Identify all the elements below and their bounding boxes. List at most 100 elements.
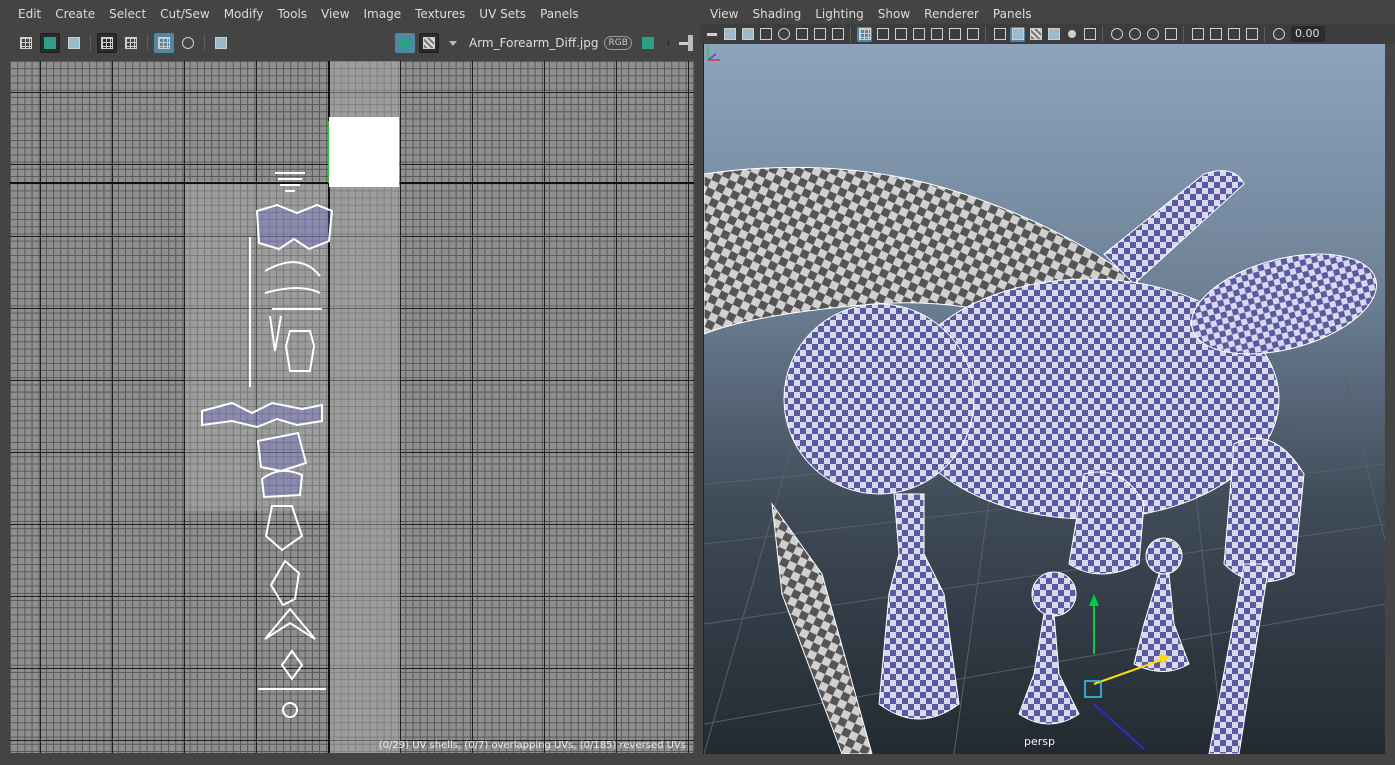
viewport-panel: View Shading Lighting Show Renderer Pane… [700,0,1395,765]
viewport-menubar: View Shading Lighting Show Renderer Pane… [700,4,1395,24]
image-plane-icon[interactable] [758,27,773,42]
uv-shell [260,469,304,499]
plate-mesh [771,502,873,754]
uv-shell [280,649,304,681]
camera-icon[interactable] [704,27,719,42]
uv-shell [264,505,304,552]
manipulator-x-axis[interactable] [1093,658,1165,685]
perspective-viewport[interactable]: persp [703,44,1385,754]
ambient-occlusion-icon[interactable] [1109,27,1124,42]
toolbar-divider [1264,26,1265,42]
front-leg-mesh [878,493,960,720]
menu-shading[interactable]: Shading [745,4,808,24]
menu-image[interactable]: Image [357,4,409,24]
texture-tile [329,117,399,187]
uv-grid-icon[interactable] [16,33,36,53]
shadows-icon[interactable] [1082,27,1097,42]
xray-icon[interactable] [1208,27,1223,42]
viewport-toolbar: 0.00 [700,24,1395,44]
uv-toolbar: Arm_Forearm_Diff.jpg RGB [0,30,698,56]
lights-icon[interactable] [1064,27,1079,42]
uv-shell [269,559,301,607]
menu-lighting[interactable]: Lighting [808,4,871,24]
anti-aliasing-icon[interactable] [1145,27,1160,42]
menu-textures[interactable]: Textures [408,4,472,24]
fin-mesh [1103,170,1245,285]
head-mesh [783,303,975,495]
xray-joints-icon[interactable] [1226,27,1241,42]
xray-components-icon[interactable] [1244,27,1259,42]
exposure-icon[interactable] [638,33,658,53]
menu-view[interactable]: View [703,4,745,24]
isolate-icon[interactable] [1190,27,1205,42]
film-gate-icon[interactable] [875,27,890,42]
toolbar-divider [850,26,851,42]
checker-icon[interactable] [419,33,439,53]
menu-cut-sew[interactable]: Cut/Sew [153,4,217,24]
toolbar-divider [985,26,986,42]
menu-renderer[interactable]: Renderer [917,4,986,24]
distortion-icon[interactable] [64,33,84,53]
menu-tools[interactable]: Tools [270,4,314,24]
grease-pencil-icon[interactable] [794,27,809,42]
motion-blur-icon[interactable] [1127,27,1142,42]
pixel-snap-icon[interactable] [178,33,198,53]
uv-shell [264,607,316,640]
gate-mask-icon[interactable] [911,27,926,42]
uv-borders-icon[interactable] [97,33,117,53]
bookmark-icon[interactable] [740,27,755,42]
grease-brush-icon[interactable] [830,27,845,42]
menu-select[interactable]: Select [102,4,153,24]
menu-show[interactable]: Show [871,4,917,24]
texture-name[interactable]: Arm_Forearm_Diff.jpg [469,36,598,50]
uv-shells [10,61,694,753]
channel-badge[interactable]: RGB [604,36,632,50]
menu-panels[interactable]: Panels [533,4,586,24]
uv-canvas[interactable]: (0/29) UV shells, (0/7) overlapping UVs,… [10,61,694,753]
smooth-shade-icon[interactable] [1010,26,1025,42]
menu-panels[interactable]: Panels [986,4,1039,24]
toolbar-divider [90,35,91,51]
wireframe-icon[interactable] [992,27,1007,42]
toolbar-divider [1102,26,1103,42]
toolbar-divider [147,35,148,51]
rear-leg-lower-mesh [1208,563,1270,754]
manipulator-y-arrow[interactable] [1089,594,1099,606]
texture-borders-icon[interactable] [121,33,141,53]
display-image-icon[interactable] [395,33,415,53]
grid-icon[interactable] [857,26,872,42]
toolbar-divider [1183,26,1184,42]
field-chart-icon[interactable] [929,27,944,42]
textured-icon[interactable] [1028,27,1043,42]
manipulator-z-axis[interactable] [1093,703,1145,750]
two-d-pan-icon[interactable] [776,27,791,42]
camera-attr-icon[interactable] [722,27,737,42]
exposure-icon[interactable] [1271,27,1286,42]
uv-status-text: (0/29) UV shells, (0/7) overlapping UVs,… [378,740,686,751]
depth-of-field-icon[interactable] [1163,27,1178,42]
uv-editor-panel: Edit Create Select Cut/Sew Modify Tools … [0,0,698,765]
menu-uv-sets[interactable]: UV Sets [472,4,533,24]
menu-edit[interactable]: Edit [11,4,48,24]
uv-shell [256,431,308,473]
small-sphere-mesh [1145,537,1183,575]
small-sphere-mesh [1031,571,1077,617]
wire-on-shaded-icon[interactable] [1046,27,1061,42]
safe-title-icon[interactable] [965,27,980,42]
menu-create[interactable]: Create [48,4,102,24]
scene-render [704,166,1385,754]
shaded-uv-icon[interactable] [40,33,60,53]
move-tool-icon[interactable] [812,27,827,42]
safe-action-icon[interactable] [947,27,962,42]
snapshot-icon[interactable] [211,33,231,53]
axis-gizmo-icon [707,46,720,61]
menu-view[interactable]: View [314,4,356,24]
exposure-value[interactable]: 0.00 [1291,26,1325,42]
camera-label: persp [1024,735,1055,748]
slider-knob[interactable] [687,35,693,51]
grid-toggle-icon[interactable] [154,33,174,53]
resolution-gate-icon[interactable] [893,27,908,42]
menu-modify[interactable]: Modify [217,4,271,24]
small-leg-mesh [1018,613,1080,725]
checker-dropdown-icon[interactable] [449,40,457,46]
